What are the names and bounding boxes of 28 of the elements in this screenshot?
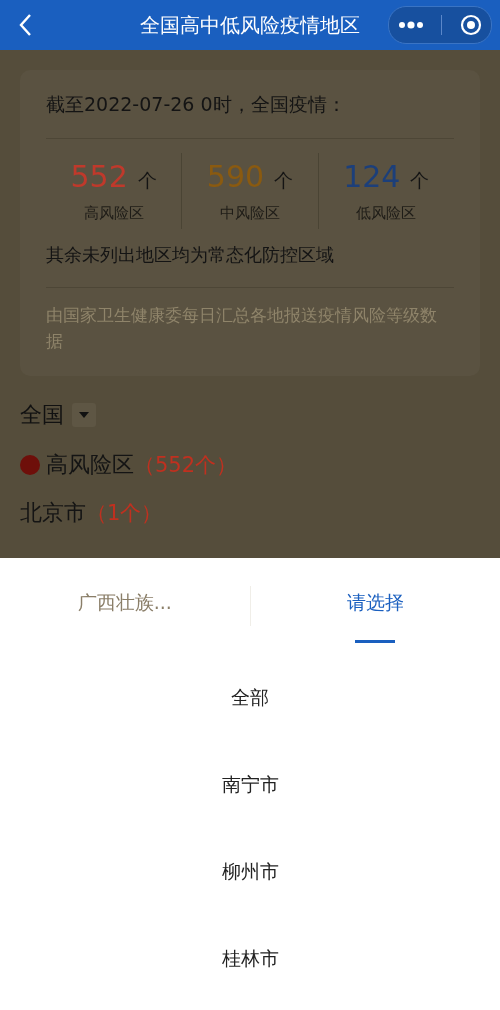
- stat-unit: 个: [274, 168, 294, 193]
- stat-unit: 个: [137, 168, 157, 193]
- stat-value: 552: [70, 159, 128, 194]
- dropdown-button[interactable]: [72, 403, 96, 427]
- caret-icon: [78, 411, 90, 419]
- city-name: 北京市: [20, 499, 86, 527]
- picker-option[interactable]: 全部: [219, 654, 281, 741]
- picker-option[interactable]: 桂林市: [209, 915, 291, 1002]
- stat-value: 124: [343, 159, 401, 194]
- picker-option[interactable]: 柳州市: [209, 828, 291, 915]
- summary-note: 其余未列出地区均为常态化防控区域: [46, 243, 335, 267]
- page-title: 全国高中低风险疫情地区: [140, 11, 360, 39]
- risk-count: （552个）: [134, 452, 238, 479]
- stat-unit: 个: [410, 168, 430, 193]
- picker-option[interactable]: 南宁市: [209, 741, 291, 828]
- more-icon[interactable]: [397, 21, 424, 29]
- stat-label: 低风险区: [356, 204, 417, 223]
- back-icon[interactable]: [18, 13, 32, 37]
- region-filter-value: 全国: [20, 401, 64, 429]
- stat-label: 中风险区: [220, 204, 280, 223]
- close-icon[interactable]: [460, 14, 483, 36]
- city-count: （1个）: [86, 500, 163, 527]
- picker-tab[interactable]: 广西壮族...: [69, 586, 180, 620]
- stat-label: 高风险区: [83, 204, 144, 223]
- summary-heading: 截至2022-07-26 0时，全国疫情：: [46, 92, 347, 117]
- picker-tab[interactable]: 请选择: [338, 586, 412, 620]
- tab-indicator: [355, 640, 396, 643]
- risk-level-title: 高风险区: [46, 451, 134, 479]
